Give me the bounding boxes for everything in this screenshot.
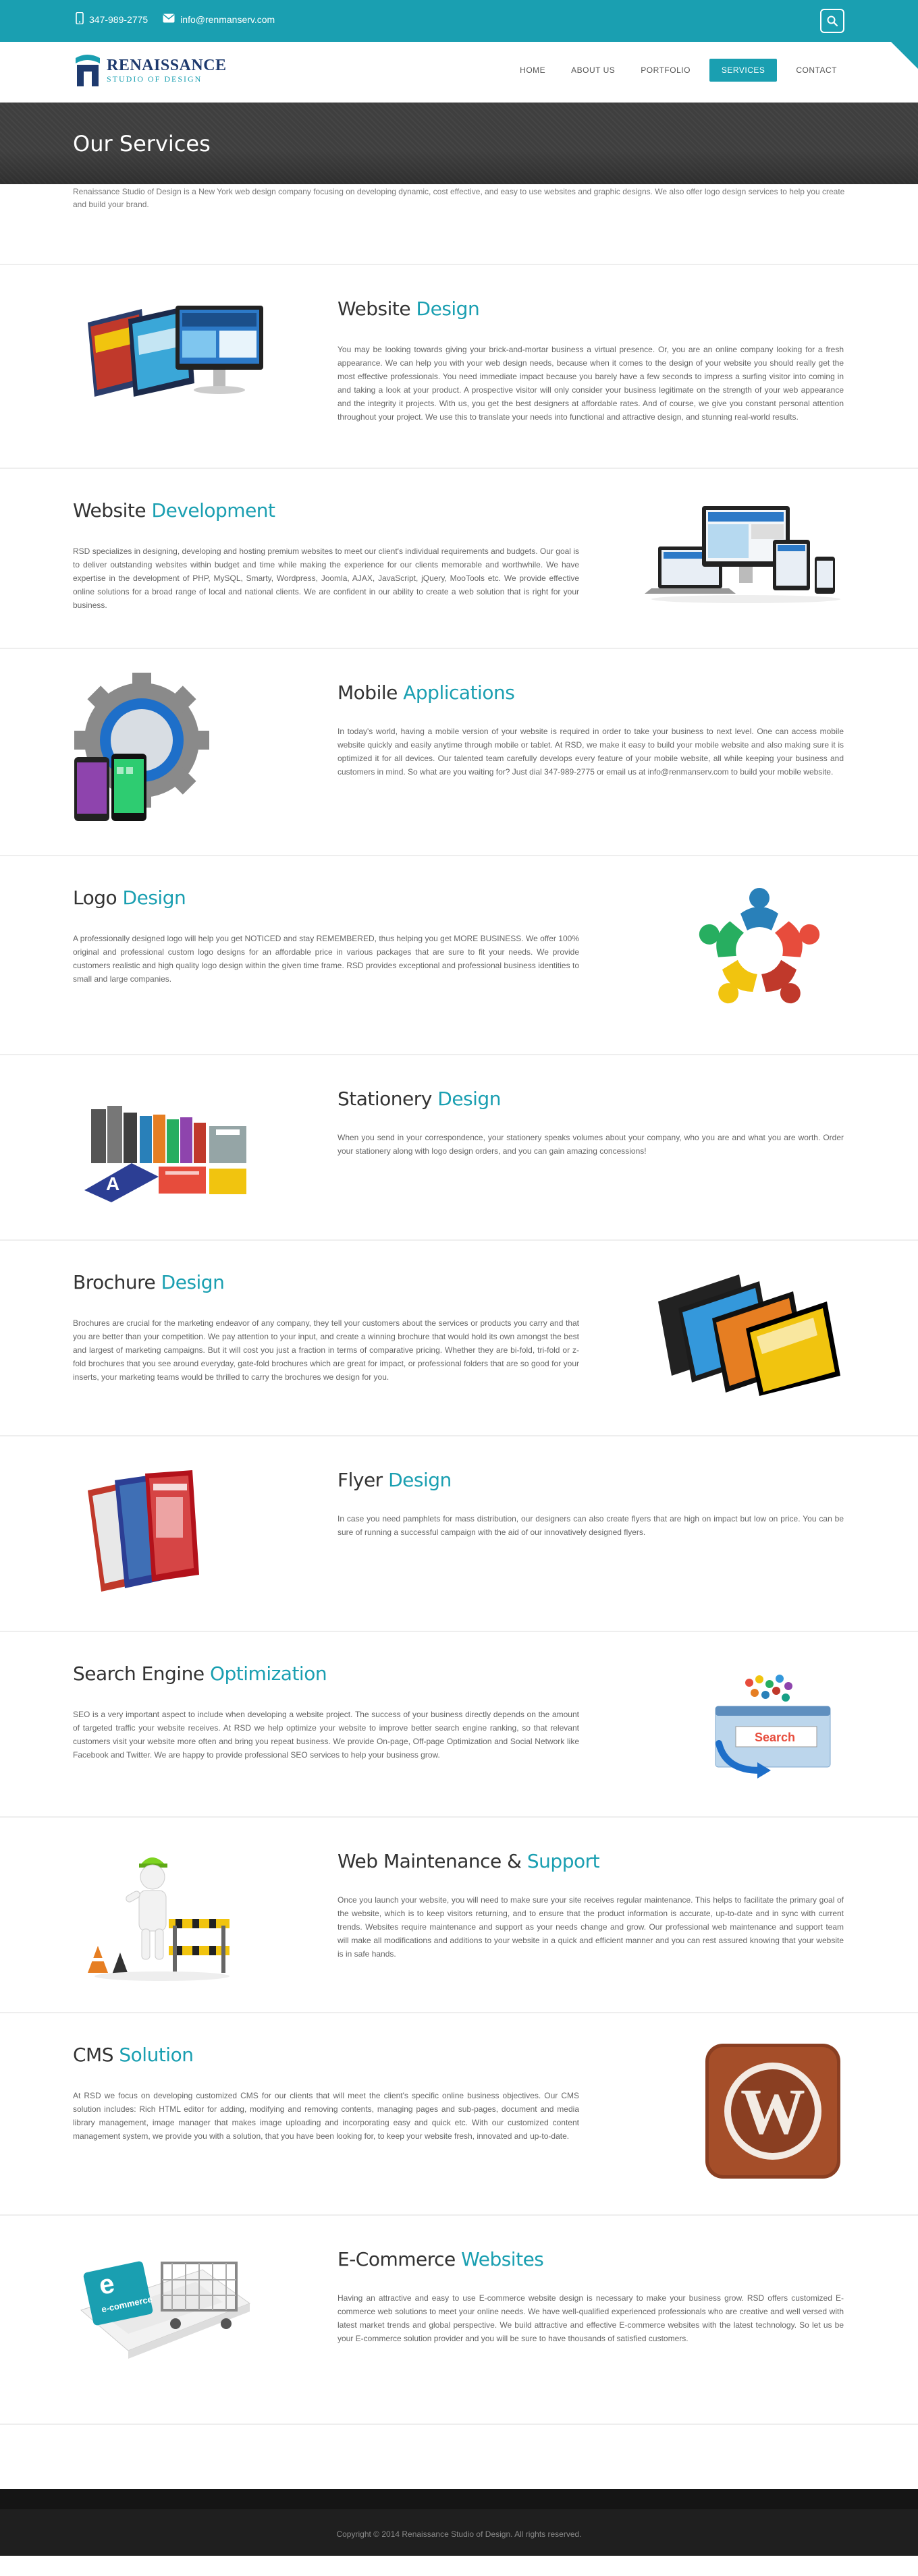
service-ecommerce: e e-commerce E-Commerce Websites Having … bbox=[0, 2216, 918, 2425]
service-heading: Stationery Design bbox=[338, 1088, 501, 1110]
nav-home[interactable]: HOME bbox=[513, 59, 552, 82]
site-header: RENAISSANCE STUDIO OF DESIGN HOME ABOUT … bbox=[0, 42, 918, 103]
logo-tagline: STUDIO OF DESIGN bbox=[107, 74, 202, 84]
flyer-illustration bbox=[88, 1470, 199, 1592]
service-heading: Mobile Applications bbox=[338, 681, 515, 704]
service-website-development: Website Development RSD specializes in d… bbox=[0, 469, 918, 649]
maintenance-illustration bbox=[88, 1857, 230, 1981]
service-cms-solution: CMS Solution At RSD we focus on developi… bbox=[0, 2013, 918, 2216]
mail-icon bbox=[163, 13, 175, 25]
main-nav: HOME ABOUT US PORTFOLIO SERVICES CONTACT bbox=[513, 59, 844, 82]
intro-text: Renaissance Studio of Design is a New Yo… bbox=[0, 184, 918, 265]
service-description: In case you need pamphlets for mass dist… bbox=[338, 1514, 844, 1537]
service-seo: Search Engine Optimization SEO is a very… bbox=[0, 1632, 918, 1818]
phone-number[interactable]: 347-989-2775 bbox=[89, 14, 148, 25]
service-stationery-design: A Stationery Design When you send in you… bbox=[0, 1055, 918, 1241]
service-heading: Website Development bbox=[73, 499, 275, 522]
logo-name: RENAISSANCE bbox=[107, 56, 227, 74]
ecommerce-illustration: e e-commerce bbox=[80, 2261, 251, 2359]
service-heading: Website Design bbox=[338, 298, 480, 320]
service-heading: CMS Solution bbox=[73, 2044, 194, 2066]
nav-services[interactable]: SERVICES bbox=[709, 59, 778, 82]
site-logo[interactable]: RENAISSANCE STUDIO OF DESIGN bbox=[73, 51, 227, 89]
service-description: Brochures are crucial for the marketing … bbox=[73, 1318, 579, 1382]
service-mobile-applications: Mobile Applications In today's world, ha… bbox=[0, 649, 918, 856]
service-web-maintenance: Web Maintenance & Support Once you launc… bbox=[0, 1818, 918, 2013]
site-footer: Copyright © 2014 Renaissance Studio of D… bbox=[0, 2489, 918, 2556]
nav-contact[interactable]: CONTACT bbox=[789, 59, 844, 82]
service-heading: Web Maintenance & Support bbox=[338, 1850, 600, 1872]
contact-info: 347-989-2775 info@renmanserv.com bbox=[76, 11, 275, 26]
search-icon bbox=[827, 16, 838, 27]
search-button[interactable] bbox=[820, 9, 844, 33]
page-title: Our Services bbox=[73, 131, 211, 157]
website-design-illustration bbox=[88, 306, 263, 397]
logo-mark bbox=[76, 55, 100, 86]
service-heading: Search Engine Optimization bbox=[73, 1662, 327, 1685]
copyright-text: Copyright © 2014 Renaissance Studio of D… bbox=[336, 2529, 582, 2539]
stationery-illustration: A bbox=[84, 1106, 246, 1202]
service-description: RSD specializes in designing, developing… bbox=[73, 547, 579, 610]
service-description: Once you launch your website, you will n… bbox=[338, 1895, 844, 1959]
service-description: You may be looking towards giving your b… bbox=[338, 345, 844, 422]
seo-illustration: Search bbox=[715, 1675, 831, 1779]
phone-icon bbox=[76, 11, 84, 26]
service-description: At RSD we focus on developing customized… bbox=[73, 2091, 579, 2141]
top-bar: 347-989-2775 info@renmanserv.com bbox=[0, 0, 918, 42]
service-description: Having an attractive and easy to use E-c… bbox=[338, 2293, 844, 2343]
website-development-illustration bbox=[645, 506, 840, 603]
service-flyer-design: Flyer Design In case you need pamphlets … bbox=[0, 1436, 918, 1632]
seo-search-word: Search bbox=[755, 1731, 795, 1744]
service-description: In today's world, having a mobile versio… bbox=[338, 727, 844, 777]
service-heading: Brochure Design bbox=[73, 1271, 225, 1293]
wordpress-icon: W bbox=[705, 2044, 840, 2179]
nav-portfolio[interactable]: PORTFOLIO bbox=[634, 59, 697, 82]
corner-ribbon bbox=[891, 42, 918, 69]
footer-spacer bbox=[0, 2425, 918, 2489]
nav-about[interactable]: ABOUT US bbox=[564, 59, 622, 82]
page-banner: Our Services bbox=[0, 103, 918, 184]
service-description: When you send in your correspondence, yo… bbox=[338, 1133, 844, 1156]
mobile-applications-illustration bbox=[74, 673, 209, 821]
brochure-illustration bbox=[658, 1275, 840, 1396]
service-website-design: Website Design You may be looking toward… bbox=[0, 265, 918, 469]
service-heading: Flyer Design bbox=[338, 1469, 452, 1491]
service-description: SEO is a very important aspect to includ… bbox=[73, 1710, 579, 1760]
svg-text:A: A bbox=[106, 1173, 119, 1194]
service-logo-design: Logo Design A professionally designed lo… bbox=[0, 856, 918, 1055]
wordpress-letter: W bbox=[740, 2075, 805, 2148]
email-link[interactable]: info@renmanserv.com bbox=[180, 14, 275, 25]
service-heading: Logo Design bbox=[73, 887, 186, 909]
logo-design-illustration bbox=[699, 888, 820, 1004]
service-description: A professionally designed logo will help… bbox=[73, 934, 579, 984]
service-heading: E-Commerce Websites bbox=[338, 2248, 544, 2270]
service-brochure-design: Brochure Design Brochures are crucial fo… bbox=[0, 1241, 918, 1436]
